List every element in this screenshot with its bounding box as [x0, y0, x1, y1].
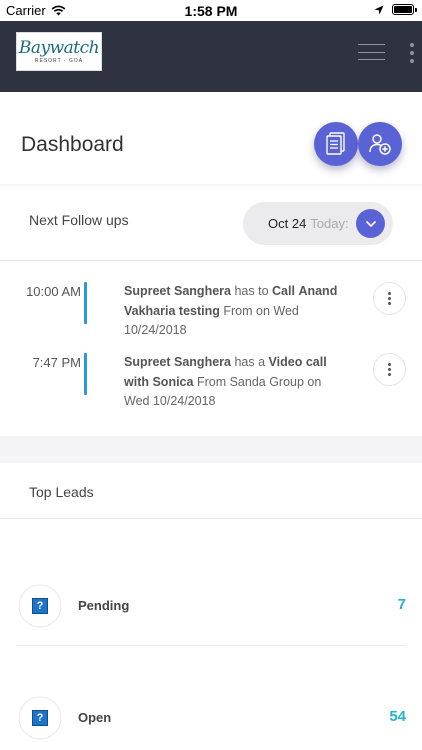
followup-more-button[interactable]: [373, 282, 406, 315]
followup-item[interactable]: 10:00 AM Supreet Sanghera has to Call An…: [0, 282, 422, 342]
app-header: Baywatch RESORT · GOA: [0, 21, 422, 92]
date-dropdown-button[interactable]: [356, 209, 385, 238]
lead-label: Pending: [78, 598, 130, 613]
timeline-bar: [84, 282, 87, 324]
location-arrow-icon: [374, 5, 384, 14]
followups-title: Next Follow ups: [29, 212, 129, 228]
lead-row-open[interactable]: ? Open 54: [0, 694, 422, 744]
add-user-icon: [369, 134, 391, 155]
top-leads-title: Top Leads: [29, 484, 94, 500]
leads-divider: [0, 518, 422, 519]
lead-count: 7: [397, 596, 406, 613]
lead-separator: [16, 645, 406, 646]
help-icon: ?: [32, 598, 48, 614]
followup-time: 10:00 AM: [26, 284, 81, 299]
chevron-down-icon: [365, 220, 376, 227]
logo-subtext: RESORT · GOA: [34, 58, 84, 64]
date-selector[interactable]: Oct 24 Today:: [243, 202, 393, 245]
baywatch-logo[interactable]: Baywatch RESORT · GOA: [16, 32, 102, 71]
lead-count: 54: [389, 708, 406, 725]
battery-icon: [392, 4, 417, 15]
followups-card: Next Follow ups Oct 24 Today: 10:00 AM S…: [0, 186, 422, 436]
status-right: [374, 4, 417, 15]
status-bar: Carrier 1:58 PM: [0, 0, 422, 21]
followup-time: 7:47 PM: [32, 355, 81, 370]
add-user-button[interactable]: [358, 122, 402, 166]
top-leads-card: Top Leads ? Pending 7 ? Open 54: [0, 463, 422, 750]
followup-item[interactable]: 7:47 PM Supreet Sanghera has a Video cal…: [0, 353, 422, 413]
selected-date: Oct 24: [268, 216, 307, 231]
followup-description: Supreet Sanghera has a Video call with S…: [124, 355, 327, 408]
logo-text: Baywatch: [18, 38, 100, 58]
followup-more-button[interactable]: [373, 353, 406, 386]
status-time: 1:58 PM: [184, 3, 238, 19]
followup-description: Supreet Sanghera has to Call Anand Vakha…: [124, 284, 338, 337]
more-options-icon[interactable]: [408, 43, 416, 63]
page-title: Dashboard: [21, 133, 124, 156]
documents-button[interactable]: [314, 122, 358, 166]
hamburger-menu-icon[interactable]: [358, 44, 385, 60]
followups-divider: [0, 260, 422, 261]
lead-row-pending[interactable]: ? Pending 7: [0, 582, 422, 632]
document-icon: [326, 132, 345, 155]
timeline-bar: [84, 353, 87, 395]
lead-label: Open: [78, 710, 112, 725]
today-label: Today:: [310, 216, 349, 231]
help-icon: ?: [32, 710, 48, 726]
dashboard-header-card: Dashboard: [0, 92, 422, 184]
